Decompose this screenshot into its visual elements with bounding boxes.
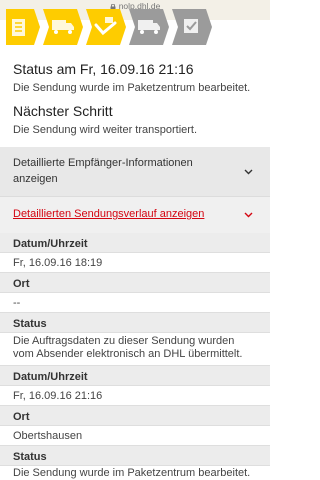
place-label: Ort <box>13 278 30 290</box>
step-parcel <box>6 9 40 45</box>
status-description-wrap: Die Sendung wurde im Paketzentrum bearbe… <box>13 82 265 95</box>
step-truck <box>43 9 83 45</box>
step-handover <box>86 9 126 45</box>
handover-icon <box>86 9 126 45</box>
current-status-section: Status am Fr, 16.09.16 21:16 <box>13 61 265 77</box>
history-value-row: Fr, 16.09.16 18:19 <box>0 253 270 273</box>
step-van <box>129 9 169 45</box>
shipment-history-toggle[interactable]: Detaillierten Sendungsverlauf anzeigen <box>0 196 270 233</box>
history-label-row: Ort <box>0 406 270 426</box>
chevron-down-icon <box>244 169 253 175</box>
truck-icon <box>43 9 83 45</box>
history-value-row: -- <box>0 293 270 313</box>
status-label: Status <box>13 451 47 463</box>
next-step-description-wrap: Die Sendung wird weiter transportiert. <box>13 124 265 137</box>
status-value-line2: vom Absender elektronisch an DHL übermit… <box>13 348 243 360</box>
shipment-history-link[interactable]: Detaillierten Sendungsverlauf anzeigen <box>13 208 204 220</box>
status-value-line1: Die Auftragsdaten zu dieser Sendung wurd… <box>13 335 235 347</box>
history-value-row: Die Auftragsdaten zu dieser Sendung wurd… <box>0 333 270 366</box>
status-value: Die Sendung wurde im Paketzentrum bearbe… <box>13 467 251 479</box>
history-label-row: Status <box>0 446 270 466</box>
delivery-check-icon <box>172 9 212 45</box>
shipment-progress-bar <box>6 9 270 45</box>
history-label-row: Status <box>0 313 270 333</box>
parcel-icon <box>6 9 40 45</box>
status-label: Status <box>13 318 47 330</box>
recipient-details-label-line2: anzeigen <box>13 173 58 185</box>
chevron-down-icon <box>244 212 253 218</box>
place-value: -- <box>13 297 21 309</box>
datetime-value: Fr, 16.09.16 21:16 <box>13 390 103 402</box>
recipient-details-label: Detaillierte Empfänger-Informationen anz… <box>13 155 233 187</box>
status-title: Status am Fr, 16.09.16 21:16 <box>13 61 194 77</box>
van-icon <box>129 9 169 45</box>
history-label-row: Datum/Uhrzeit <box>0 233 270 253</box>
history-label-row: Ort <box>0 273 270 293</box>
step-delivered <box>172 9 212 45</box>
datetime-label: Datum/Uhrzeit <box>13 238 88 250</box>
history-value-row: Fr, 16.09.16 21:16 <box>0 386 270 406</box>
place-label: Ort <box>13 411 30 423</box>
history-label-row: Datum/Uhrzeit <box>0 366 270 386</box>
datetime-value: Fr, 16.09.16 18:19 <box>13 257 103 269</box>
history-value-row: Obertshausen <box>0 426 270 446</box>
history-value-row: Die Sendung wurde im Paketzentrum bearbe… <box>0 466 270 480</box>
next-step-title: Nächster Schritt <box>13 103 113 119</box>
place-value: Obertshausen <box>13 430 83 442</box>
next-step-description: Die Sendung wird weiter transportiert. <box>13 124 198 136</box>
next-step-section: Nächster Schritt <box>13 103 265 119</box>
recipient-details-toggle[interactable]: Detaillierte Empfänger-Informationen anz… <box>0 147 270 196</box>
datetime-label: Datum/Uhrzeit <box>13 371 88 383</box>
status-value: Die Auftragsdaten zu dieser Sendung wurd… <box>13 335 258 361</box>
status-description: Die Sendung wurde im Paketzentrum bearbe… <box>13 82 251 94</box>
recipient-details-label-line1: Detaillierte Empfänger-Informationen <box>13 157 193 169</box>
